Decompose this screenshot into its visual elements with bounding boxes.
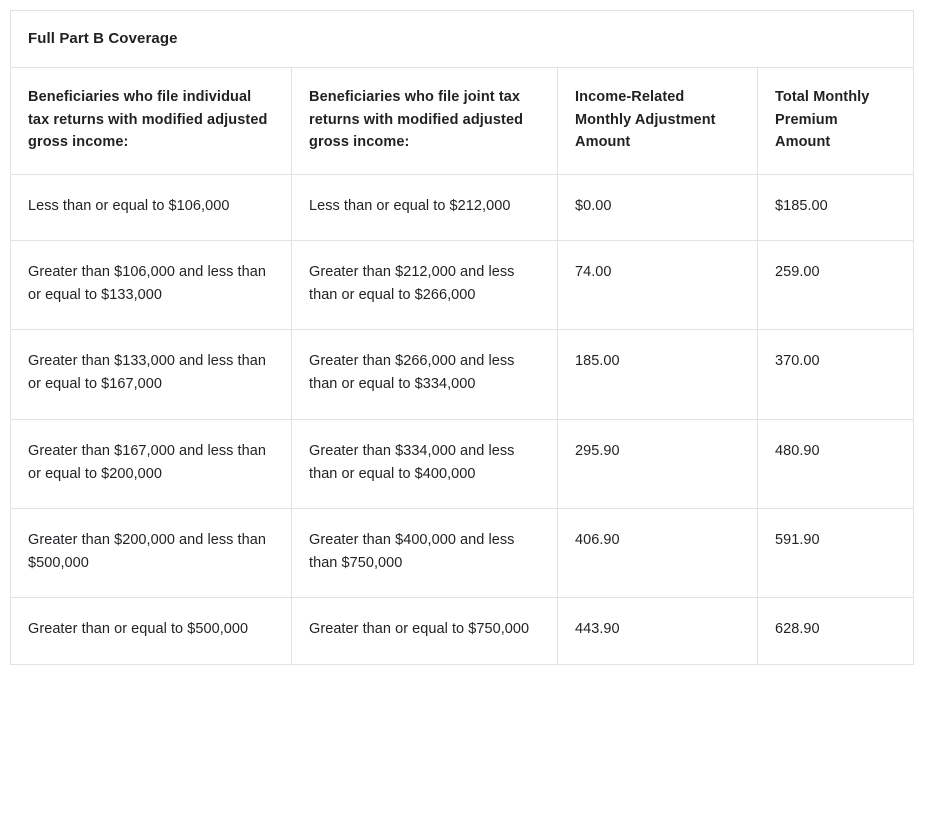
cell-total-premium: 480.90 xyxy=(757,419,914,509)
table-row: Less than or equal to $106,000 Less than… xyxy=(10,174,914,241)
cell-total-premium: 628.90 xyxy=(757,597,914,665)
cell-total-premium: 370.00 xyxy=(757,329,914,420)
table-body: Less than or equal to $106,000 Less than… xyxy=(10,174,914,665)
cell-individual-income: Greater than $167,000 and less than or e… xyxy=(10,419,292,509)
cell-joint-income: Less than or equal to $212,000 xyxy=(291,174,558,241)
cell-irmaa: 443.90 xyxy=(557,597,758,665)
cell-individual-income: Greater than $133,000 and less than or e… xyxy=(10,329,292,420)
column-header-irmaa: Income-Related Monthly Adjustment Amount xyxy=(557,67,758,175)
cell-joint-income: Greater than $212,000 and less than or e… xyxy=(291,240,558,331)
column-header-joint-income: Beneficiaries who file joint tax returns… xyxy=(291,67,558,175)
cell-total-premium: 591.90 xyxy=(757,508,914,599)
cell-irmaa: 74.00 xyxy=(557,240,758,331)
cell-irmaa: 295.90 xyxy=(557,419,758,509)
table-row: Greater than or equal to $500,000 Greate… xyxy=(10,597,914,665)
table-caption: Full Part B Coverage xyxy=(10,10,914,69)
table-caption-row: Full Part B Coverage xyxy=(10,10,914,69)
cell-irmaa: 185.00 xyxy=(557,329,758,420)
cell-joint-income: Greater than $266,000 and less than or e… xyxy=(291,329,558,420)
table-row: Greater than $200,000 and less than $500… xyxy=(10,508,914,599)
table-head: Full Part B Coverage Beneficiaries who f… xyxy=(10,10,914,175)
premium-table-container: Full Part B Coverage Beneficiaries who f… xyxy=(10,10,915,665)
column-header-individual-income: Beneficiaries who file individual tax re… xyxy=(10,67,292,175)
cell-total-premium: 259.00 xyxy=(757,240,914,331)
table-row: Greater than $167,000 and less than or e… xyxy=(10,419,914,509)
cell-irmaa: 406.90 xyxy=(557,508,758,599)
cell-individual-income: Greater than or equal to $500,000 xyxy=(10,597,292,665)
cell-total-premium: $185.00 xyxy=(757,174,914,241)
table-row: Greater than $133,000 and less than or e… xyxy=(10,329,914,420)
cell-joint-income: Greater than $400,000 and less than $750… xyxy=(291,508,558,599)
cell-individual-income: Less than or equal to $106,000 xyxy=(10,174,292,241)
cell-joint-income: Greater than $334,000 and less than or e… xyxy=(291,419,558,509)
cell-individual-income: Greater than $200,000 and less than $500… xyxy=(10,508,292,599)
cell-individual-income: Greater than $106,000 and less than or e… xyxy=(10,240,292,331)
cell-joint-income: Greater than or equal to $750,000 xyxy=(291,597,558,665)
part-b-premium-table: Full Part B Coverage Beneficiaries who f… xyxy=(10,10,915,665)
column-header-total-premium: Total Monthly Premium Amount xyxy=(757,67,914,175)
page-root: Full Part B Coverage Beneficiaries who f… xyxy=(0,0,929,816)
table-row: Greater than $106,000 and less than or e… xyxy=(10,240,914,331)
cell-irmaa: $0.00 xyxy=(557,174,758,241)
table-header-row: Beneficiaries who file individual tax re… xyxy=(10,67,914,175)
